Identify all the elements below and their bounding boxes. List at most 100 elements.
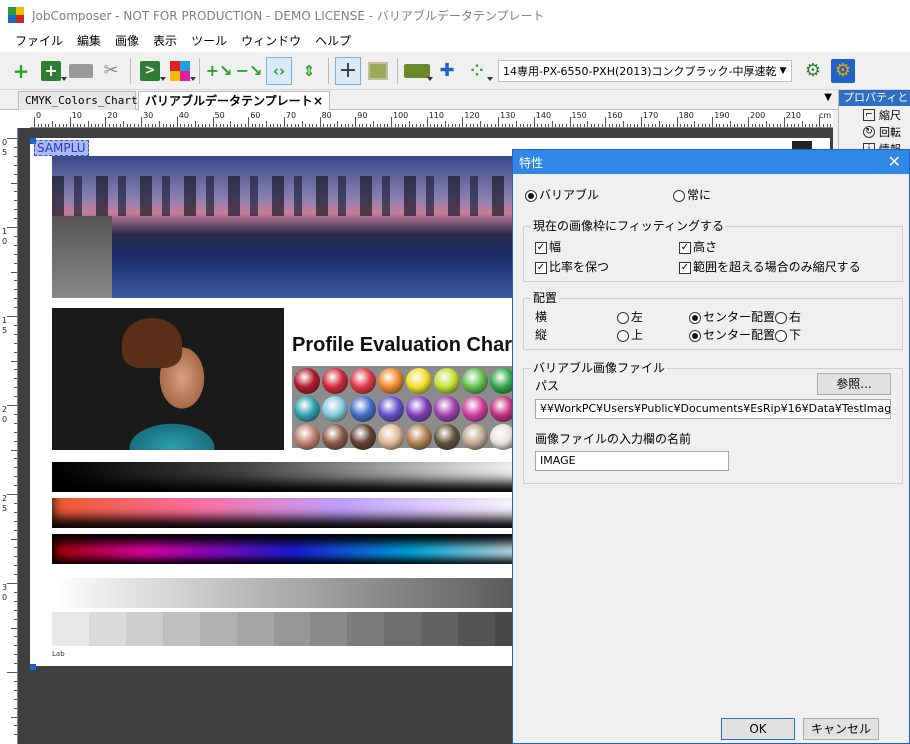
browse-button[interactable]: 参照... [817,373,891,395]
menu-image[interactable]: 画像 [108,30,146,52]
align-bottom-radio[interactable]: 下 [775,328,801,342]
ruler-label: 80 [321,111,332,120]
puzzle-icon: ✚ [439,60,455,81]
vertical-ruler: 051015202530 [0,128,18,744]
close-icon[interactable]: ✕ [888,152,901,172]
ruler-tick [555,124,557,127]
frame-button[interactable] [365,57,391,85]
ruler-tick [680,124,682,127]
menu-tools[interactable]: ツール [184,30,234,52]
align-center-v-radio[interactable]: センター配置 [689,328,775,342]
menu-file[interactable]: ファイル [8,30,70,52]
ruler-tick [7,494,17,495]
ruler-tick [130,124,132,127]
ruler-tick [405,124,407,127]
ruler-tick [208,124,210,127]
checkbox-label: 幅 [549,240,562,254]
fit-width-checkbox[interactable]: ✓ 幅 [535,240,561,254]
ruler-tick [537,124,539,127]
fit-width-button[interactable]: ‹› [266,56,292,85]
add-page-button[interactable]: + [38,57,67,85]
ruler-tick [7,227,17,228]
run-button[interactable]: > [137,57,166,85]
ruler-tick [801,121,803,127]
ruler-label: 210 [785,111,801,120]
align-top-radio[interactable]: 上 [617,328,643,342]
path-input[interactable]: ¥¥WorkPC¥Users¥Public¥Documents¥EsRip¥16… [535,399,891,419]
crosshair-button[interactable]: + [335,56,361,85]
ruler-tick [573,124,575,127]
zoom-in-button[interactable]: +↘ [206,57,233,85]
keep-ratio-checkbox[interactable]: ✓ 比率を保つ [535,260,609,274]
ruler-tick [308,124,310,127]
ruler-tick [376,124,378,127]
menu-help[interactable]: ヘルプ [308,30,358,52]
ruler-tick [719,124,721,127]
placement-group [523,298,903,350]
ruler-tick [316,124,318,127]
settings-green-button[interactable]: ⚙ [800,57,826,85]
ruler-tick [116,124,118,127]
panel-item-rotate[interactable]: ↻ 回転 [839,123,910,140]
selection-handle[interactable] [30,664,36,670]
ruler-tick [14,458,17,460]
ruler-tick [662,124,664,127]
ok-button[interactable]: OK [721,718,795,740]
menu-edit[interactable]: 編集 [70,30,108,52]
print-button[interactable] [68,57,94,85]
color-swatch [462,396,488,422]
ruler-tick [380,124,382,127]
plus-icon: + [12,58,30,83]
radio-icon [617,311,629,324]
cut-button[interactable]: ✂ [98,57,124,85]
ruler-label: 0 [2,237,8,246]
ruler-tick [14,529,17,531]
mode-always-radio[interactable]: 常に [673,188,711,202]
close-tab-icon[interactable]: × [313,92,323,110]
fit-height-button[interactable]: ⇕ [296,57,322,85]
ruler-tick [98,124,100,127]
tab-variable-template[interactable]: バリアブルデータテンプレート × [138,91,330,110]
cancel-button[interactable]: キャンセル [803,718,879,740]
ruler-tick [669,124,671,127]
toolbar-separator [328,57,329,84]
ruler-tick [14,618,17,620]
ruler-tick [576,124,578,127]
chevron-down-icon[interactable]: ▼ [775,61,791,81]
device-button[interactable] [404,57,433,85]
panel-item-scale[interactable]: ⌐ 縮尺 [839,106,910,123]
ruler-tick [412,124,414,127]
fit-height-checkbox[interactable]: ✓ 高さ [679,240,717,254]
ruler-tick [505,124,507,127]
tab-cmyk-colors-chart[interactable]: CMYK_Colors_Chart [18,91,138,110]
mode-variable-radio[interactable]: バリアブル [525,188,599,202]
portrait-image[interactable] [52,308,284,450]
ruler-tick [230,121,232,127]
selection-handle[interactable] [30,138,36,144]
ruler-tick [105,117,107,127]
settings-button[interactable]: ⚙ [830,57,856,85]
ruler-tick [14,502,17,504]
menu-window[interactable]: ウィンドウ [234,30,308,52]
ruler-tick [14,218,17,220]
menu-view[interactable]: 表示 [146,30,184,52]
align-center-h-radio[interactable]: センター配置 [689,310,775,324]
dots-button[interactable]: ⁘ [464,57,493,85]
shrink-only-checkbox[interactable]: ✓ 範囲を超える場合のみ縮尺する [679,260,861,274]
ruler-tick [658,121,660,127]
device-select[interactable]: 14専用-PX-6550-PXH(2013)コンクブラック-中厚速乾 ▼ [498,59,792,82]
tabs-dropdown-icon[interactable]: ▼ [824,92,832,103]
ruler-tick [14,324,17,326]
zoom-out-button[interactable]: −↘ [236,57,263,85]
sample-text-frame[interactable]: SAMPLU [34,140,89,156]
add-button[interactable]: + [8,57,34,85]
ruler-tick [14,146,17,148]
align-right-radio[interactable]: 右 [775,310,801,324]
ruler-tick [558,124,560,127]
ruler-tick [14,725,17,727]
toolbar-separator [130,57,131,84]
align-left-radio[interactable]: 左 [617,310,643,324]
colors-button[interactable] [167,57,196,85]
plugin-button[interactable]: ✚ [434,57,460,85]
field-name-input[interactable]: IMAGE [535,451,729,471]
